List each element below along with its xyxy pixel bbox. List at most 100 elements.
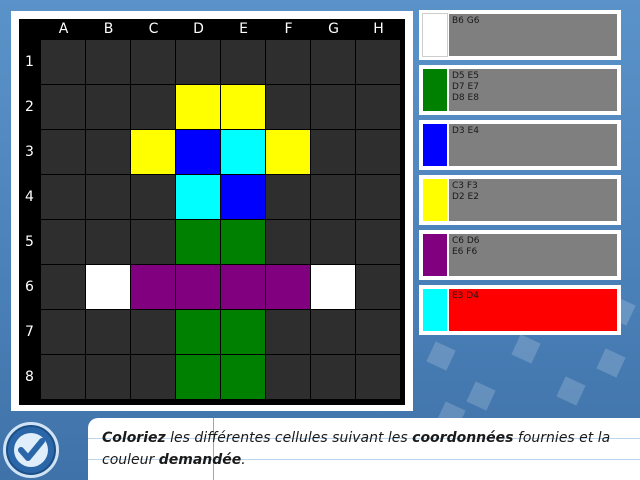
legend-item[interactable]: D3 E4 <box>419 120 621 170</box>
grid-panel: A B C D E F G H 1 2 3 4 5 6 7 8 <box>11 11 413 411</box>
color-swatch[interactable] <box>423 69 447 111</box>
color-swatch[interactable] <box>422 13 448 57</box>
grid-cell-f2[interactable] <box>266 85 310 129</box>
grid-cell-h6[interactable] <box>356 265 400 309</box>
color-swatch[interactable] <box>423 234 447 276</box>
grid-cell-f8[interactable] <box>266 355 310 399</box>
grid-cell-a3[interactable] <box>41 130 85 174</box>
grid-cell-g4[interactable] <box>311 175 355 219</box>
grid-cell-e8[interactable] <box>221 355 265 399</box>
coordinates-label: E3 D4 <box>452 291 479 301</box>
row-header-2: 2 <box>25 99 34 115</box>
validate-button[interactable] <box>3 422 59 478</box>
grid-cell-h8[interactable] <box>356 355 400 399</box>
grid-cell-c2[interactable] <box>131 85 175 129</box>
column-header-g: G <box>328 21 339 37</box>
row-header-4: 4 <box>25 189 34 205</box>
grid-cell-b7[interactable] <box>86 310 130 354</box>
grid-cell-c4[interactable] <box>131 175 175 219</box>
grid-cell-h3[interactable] <box>356 130 400 174</box>
grid-cell-h7[interactable] <box>356 310 400 354</box>
color-swatch[interactable] <box>423 179 447 221</box>
row-header-6: 6 <box>25 279 34 295</box>
grid-cell-d8[interactable] <box>176 355 220 399</box>
instruction-keyword: demandée <box>158 452 242 468</box>
grid-cell-h5[interactable] <box>356 220 400 264</box>
coordinates-label: D3 E4 <box>452 126 479 136</box>
grid-cell-g8[interactable] <box>311 355 355 399</box>
decor-square <box>556 376 586 406</box>
legend-item[interactable]: D5 E5 D7 E7 D8 E8 <box>419 65 621 115</box>
grid-cell-f1[interactable] <box>266 40 310 84</box>
grid-cell-c6[interactable] <box>131 265 175 309</box>
grid-cell-h4[interactable] <box>356 175 400 219</box>
grid-cell-a4[interactable] <box>41 175 85 219</box>
grid-cell-b8[interactable] <box>86 355 130 399</box>
grid-cell-e1[interactable] <box>221 40 265 84</box>
grid-cell-f3[interactable] <box>266 130 310 174</box>
grid-cell-g6[interactable] <box>311 265 355 309</box>
legend-item[interactable]: C3 F3 D2 E2 <box>419 175 621 225</box>
decor-square <box>426 341 456 371</box>
grid-cell-h2[interactable] <box>356 85 400 129</box>
instruction-text: Coloriez les différentes cellules suivan… <box>102 427 632 471</box>
instruction-keyword: Coloriez <box>102 430 166 446</box>
check-icon <box>14 433 48 467</box>
grid-cell-d7[interactable] <box>176 310 220 354</box>
grid-cell-b2[interactable] <box>86 85 130 129</box>
grid-cell-c8[interactable] <box>131 355 175 399</box>
grid-cell-f5[interactable] <box>266 220 310 264</box>
grid-cell-a6[interactable] <box>41 265 85 309</box>
grid-cell-g2[interactable] <box>311 85 355 129</box>
legend-item[interactable]: E3 D4 <box>419 285 621 335</box>
color-swatch[interactable] <box>423 289 447 331</box>
decor-square <box>511 334 541 364</box>
legend-item[interactable]: C6 D6 E6 F6 <box>419 230 621 280</box>
grid-cell-e3[interactable] <box>221 130 265 174</box>
grid-cell-f7[interactable] <box>266 310 310 354</box>
grid-cell-b5[interactable] <box>86 220 130 264</box>
grid-cell-g5[interactable] <box>311 220 355 264</box>
grid-cell-e5[interactable] <box>221 220 265 264</box>
row-header-5: 5 <box>25 234 34 250</box>
grid-cell-b1[interactable] <box>86 40 130 84</box>
grid-cell-e6[interactable] <box>221 265 265 309</box>
grid-cell-b3[interactable] <box>86 130 130 174</box>
grid-cell-c1[interactable] <box>131 40 175 84</box>
instruction-keyword: coordonnées <box>412 430 514 446</box>
grid-cell-g7[interactable] <box>311 310 355 354</box>
grid-cell-d5[interactable] <box>176 220 220 264</box>
legend-item[interactable]: B6 G6 <box>419 10 621 60</box>
grid-cell-d1[interactable] <box>176 40 220 84</box>
grid-cell-f4[interactable] <box>266 175 310 219</box>
instruction-panel: Coloriez les différentes cellules suivan… <box>88 418 640 480</box>
row-header-3: 3 <box>25 144 34 160</box>
column-header-a: A <box>58 21 69 37</box>
grid-cell-b4[interactable] <box>86 175 130 219</box>
coordinates-label: D5 E5 D7 E7 D8 E8 <box>452 71 479 103</box>
grid-cell-d4[interactable] <box>176 175 220 219</box>
grid-cell-a1[interactable] <box>41 40 85 84</box>
grid-cell-e7[interactable] <box>221 310 265 354</box>
grid-cell-c3[interactable] <box>131 130 175 174</box>
grid-cell-d3[interactable] <box>176 130 220 174</box>
grid-cell-a7[interactable] <box>41 310 85 354</box>
grid-cell-c7[interactable] <box>131 310 175 354</box>
grid-cell-e4[interactable] <box>221 175 265 219</box>
instruction-part: . <box>241 452 246 468</box>
color-swatch[interactable] <box>423 124 447 166</box>
grid-cell-h1[interactable] <box>356 40 400 84</box>
grid-cell-a5[interactable] <box>41 220 85 264</box>
grid-cell-a2[interactable] <box>41 85 85 129</box>
grid-cell-g3[interactable] <box>311 130 355 174</box>
grid-cell-c5[interactable] <box>131 220 175 264</box>
grid-cell-b6[interactable] <box>86 265 130 309</box>
column-header-h: H <box>373 21 384 37</box>
grid-cell-d2[interactable] <box>176 85 220 129</box>
grid-cell-a8[interactable] <box>41 355 85 399</box>
row-header-7: 7 <box>25 324 34 340</box>
grid-cell-d6[interactable] <box>176 265 220 309</box>
grid-cell-g1[interactable] <box>311 40 355 84</box>
grid-cell-e2[interactable] <box>221 85 265 129</box>
grid-cell-f6[interactable] <box>266 265 310 309</box>
